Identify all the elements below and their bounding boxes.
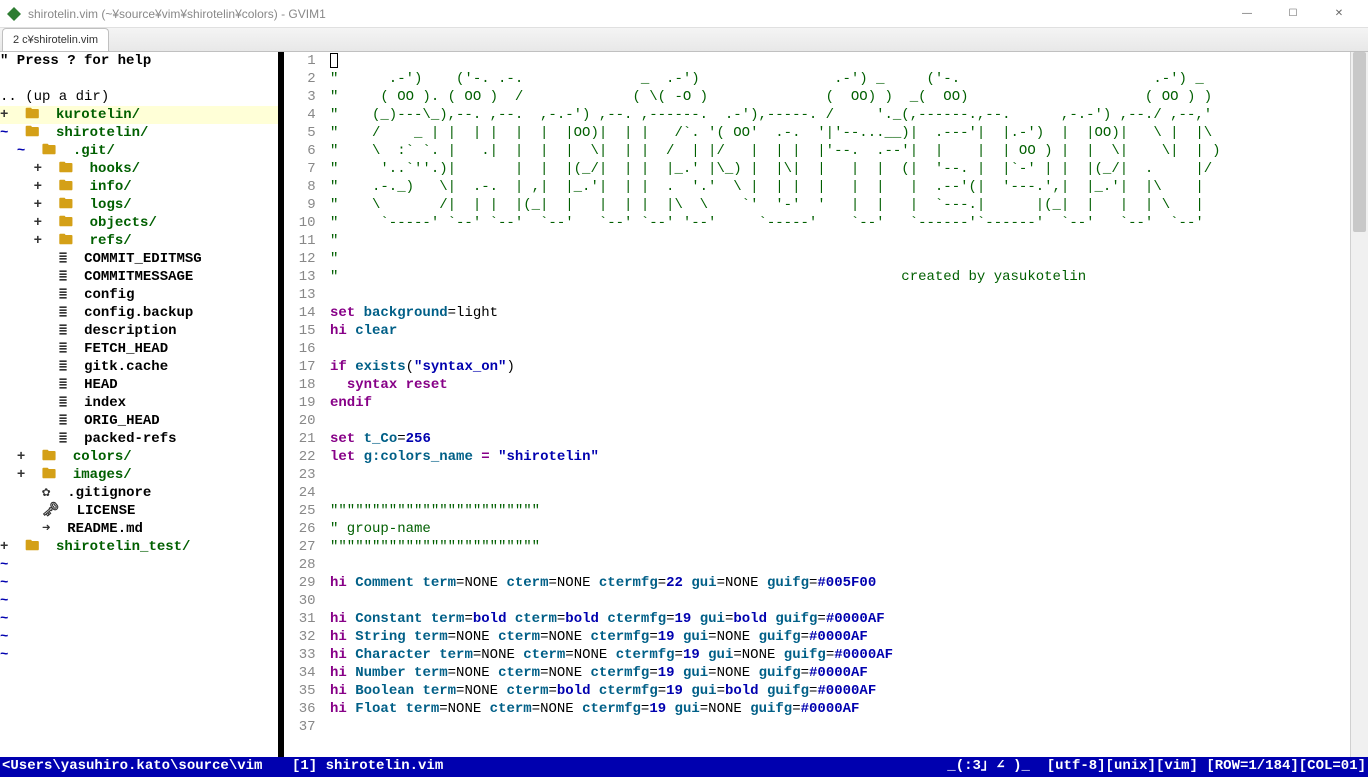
code-line[interactable]: " (330, 232, 1368, 250)
code-line[interactable]: " '..`''.)| | | |(_/| | | |_.' |\_) | |\… (330, 160, 1368, 178)
code-line[interactable]: " \ /| | | |(_| | | | | |\ \ `' '-' ' | … (330, 196, 1368, 214)
tree-item[interactable]: + 🖿 objects/ (0, 214, 278, 232)
code-line[interactable]: hi Comment term=NONE cterm=NONE ctermfg=… (330, 574, 1368, 592)
code-line[interactable]: " ( OO ). ( OO ) / ( \( -O ) ( OO) ) _( … (330, 88, 1368, 106)
tree-item[interactable]: ≣ HEAD (0, 376, 278, 394)
tree-item[interactable]: ≣ description (0, 322, 278, 340)
filler-line: ~ (0, 646, 278, 664)
current-path[interactable]: + 🖿 kurotelin/~ 🖿 shirotelin/ ~ 🖿 .git/ … (0, 106, 278, 124)
code-line[interactable]: " (_)---\_),--. ,--. ,-.-') ,--. ,------… (330, 106, 1368, 124)
app-icon (6, 6, 22, 22)
tree-item[interactable]: + 🖿 images/ (0, 466, 278, 484)
window-title: shirotelin.vim (~¥source¥vim¥shirotelin¥… (28, 5, 1224, 23)
code-line[interactable]: hi Number term=NONE cterm=NONE ctermfg=1… (330, 664, 1368, 682)
tree-item[interactable]: + 🖿 shirotelin_test/ (0, 538, 278, 556)
close-button[interactable]: ✕ (1316, 0, 1362, 28)
code-line[interactable]: hi Float term=NONE cterm=NONE ctermfg=19… (330, 700, 1368, 718)
filler-line: ~ (0, 592, 278, 610)
code-line[interactable]: endif (330, 394, 1368, 412)
tab-strip: 2 c¥shirotelin.vim (0, 28, 1368, 52)
code-area[interactable]: " .-') ('-. .-. _ .-') .-') _ ('-. .-') … (330, 52, 1368, 736)
status-right: [1] shirotelin.vim _(:3｣ ∠ )_ [utf-8][un… (290, 757, 1368, 777)
code-line[interactable]: set background=light (330, 304, 1368, 322)
code-line[interactable]: hi Boolean term=NONE cterm=bold ctermfg=… (330, 682, 1368, 700)
tab-file[interactable]: 2 c¥shirotelin.vim (2, 28, 109, 51)
titlebar: shirotelin.vim (~¥source¥vim¥shirotelin¥… (0, 0, 1368, 28)
code-line[interactable]: hi clear (330, 322, 1368, 340)
status-bar: <Users\yasuhiro.kato\source\vim [1] shir… (0, 757, 1368, 777)
code-line[interactable]: hi String term=NONE cterm=NONE ctermfg=1… (330, 628, 1368, 646)
code-line[interactable] (330, 340, 1368, 358)
tree-item[interactable]: ✿ .gitignore (0, 484, 278, 502)
help-text: " Press ? for help (0, 52, 278, 70)
tree-item[interactable]: ➜ README.md (0, 520, 278, 538)
code-line[interactable] (330, 592, 1368, 610)
tree-item[interactable]: + 🖿 colors/ (0, 448, 278, 466)
line-number-gutter: 1 2 3 4 5 6 7 8 9 10 11 12 13 13 14 15 1… (284, 52, 330, 736)
code-line[interactable] (330, 286, 1368, 304)
tree-item[interactable]: ≣ packed-refs (0, 430, 278, 448)
file-explorer[interactable]: " Press ? for help .. (up a dir)+ 🖿 kuro… (0, 52, 284, 757)
code-line[interactable]: " / _ | | | | | | |OO)| | | /`. '( OO' .… (330, 124, 1368, 142)
status-left: <Users\yasuhiro.kato\source\vim (0, 757, 284, 777)
code-line[interactable] (330, 466, 1368, 484)
tree-item[interactable]: + 🖿 refs/ (0, 232, 278, 250)
updir[interactable]: .. (up a dir) (0, 88, 278, 106)
code-line[interactable]: let g:colors_name = "shirotelin" (330, 448, 1368, 466)
code-line[interactable]: """"""""""""""""""""""""" (330, 538, 1368, 556)
tree-item[interactable]: ≣ config.backup (0, 304, 278, 322)
maximize-button[interactable]: ☐ (1270, 0, 1316, 28)
filler-line: ~ (0, 574, 278, 592)
code-line[interactable]: set t_Co=256 (330, 430, 1368, 448)
code-line[interactable]: hi Constant term=bold cterm=bold ctermfg… (330, 610, 1368, 628)
minimize-button[interactable]: — (1224, 0, 1270, 28)
code-line[interactable]: " .-') ('-. .-. _ .-') .-') _ ('-. .-') … (330, 70, 1368, 88)
code-line[interactable]: hi Character term=NONE cterm=NONE ctermf… (330, 646, 1368, 664)
code-line[interactable]: " created by yasukotelin (330, 268, 1368, 286)
tree-item[interactable]: + 🖿 logs/ (0, 196, 278, 214)
tree-item[interactable]: ≣ FETCH_HEAD (0, 340, 278, 358)
code-line[interactable]: " (330, 250, 1368, 268)
code-line[interactable] (330, 556, 1368, 574)
status-info: _(:3｣ ∠ )_ [utf-8][unix][vim] [ROW=1/184… (947, 757, 1366, 777)
vertical-scrollbar[interactable] (1350, 52, 1368, 757)
tree-item[interactable]: ≣ COMMIT_EDITMSG (0, 250, 278, 268)
tree-item[interactable]: ≣ COMMITMESSAGE (0, 268, 278, 286)
tree-item[interactable]: ≣ index (0, 394, 278, 412)
status-filename: [1] shirotelin.vim (292, 757, 443, 777)
code-line[interactable]: " `-----' `--' `--' `--' `--' `--' '--' … (330, 214, 1368, 232)
cursor (330, 53, 338, 68)
tree-item[interactable]: ~ 🖿 shirotelin/ (0, 124, 278, 142)
tree-item[interactable]: 🗝 LICENSE (0, 502, 278, 520)
code-line[interactable]: syntax reset (330, 376, 1368, 394)
filler-line: ~ (0, 556, 278, 574)
filler-line: ~ (0, 628, 278, 646)
tree-item[interactable]: ≣ ORIG_HEAD (0, 412, 278, 430)
code-line[interactable]: """"""""""""""""""""""""" (330, 502, 1368, 520)
code-line[interactable]: " group-name (330, 520, 1368, 538)
tree-item[interactable]: + 🖿 hooks/ (0, 160, 278, 178)
code-line[interactable] (330, 52, 1368, 70)
filler-line: ~ (0, 610, 278, 628)
tree-item[interactable]: ≣ config (0, 286, 278, 304)
code-line[interactable]: " \ :` `. | .| | | | \| | | / | |/ | | |… (330, 142, 1368, 160)
tree-item[interactable]: ≣ gitk.cache (0, 358, 278, 376)
tree-item[interactable]: ~ 🖿 .git/ (0, 142, 278, 160)
tree-item[interactable]: + 🖿 info/ (0, 178, 278, 196)
editor[interactable]: 1 2 3 4 5 6 7 8 9 10 11 12 13 13 14 15 1… (284, 52, 1368, 757)
code-line[interactable] (330, 484, 1368, 502)
code-line[interactable]: if exists("syntax_on") (330, 358, 1368, 376)
code-line[interactable] (330, 718, 1368, 736)
tree-item[interactable]: + 🖿 kurotelin/ (0, 106, 278, 124)
code-line[interactable] (330, 412, 1368, 430)
scrollbar-thumb[interactable] (1353, 52, 1366, 232)
code-line[interactable]: " .-._) \| .-. | ,| |_.'| | | . '.' \ | … (330, 178, 1368, 196)
